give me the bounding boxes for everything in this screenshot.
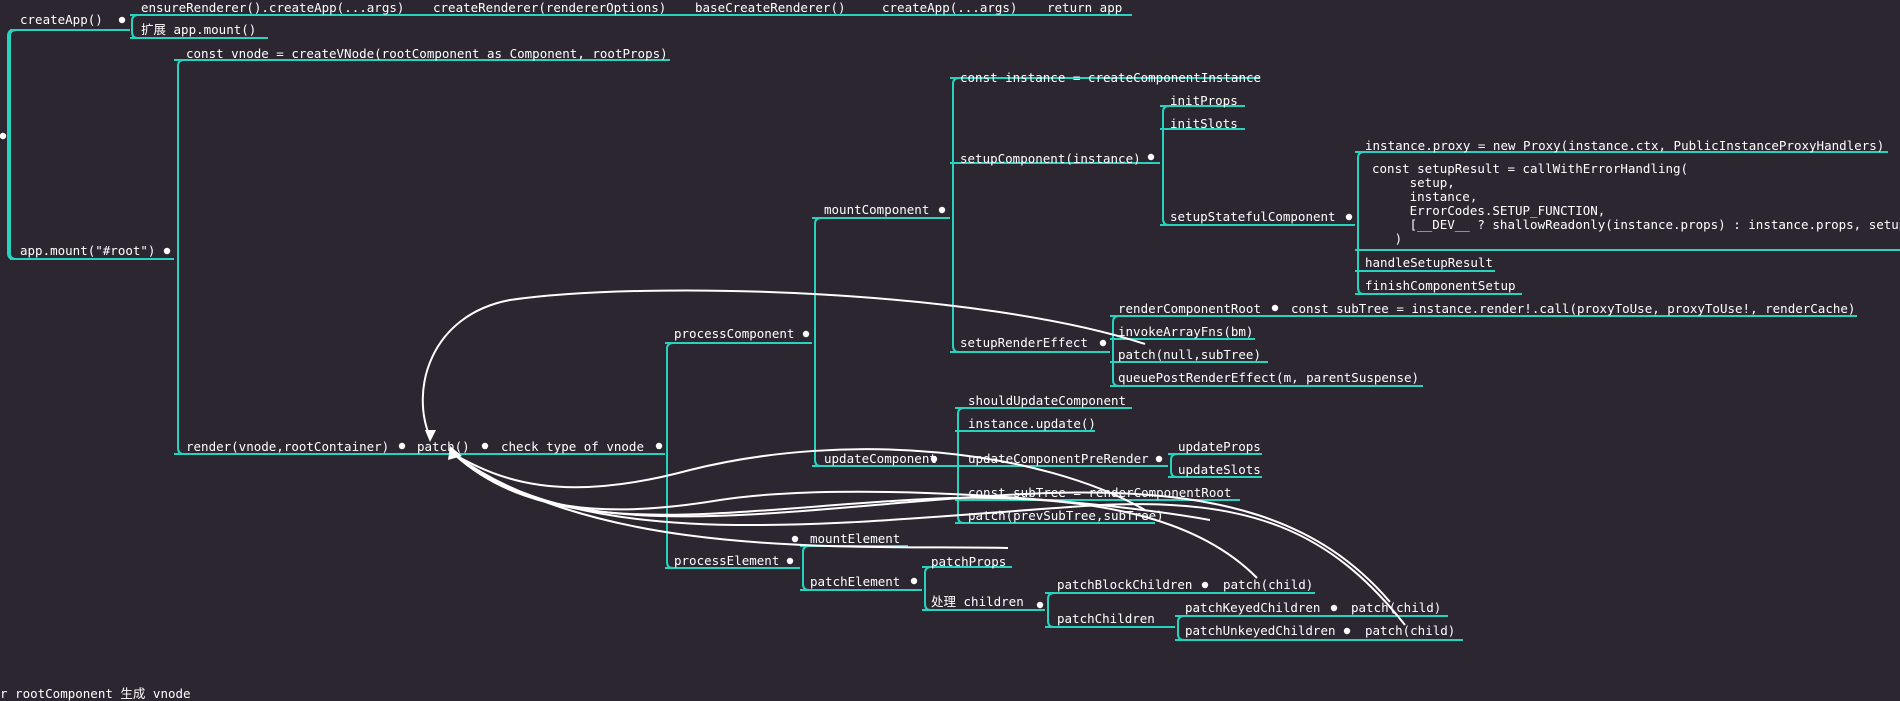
node-next-tree-root[interactable]: const subTree = renderComponentRoot: [968, 486, 1231, 500]
node-update-slots[interactable]: updateSlots: [1178, 463, 1261, 477]
node-base-create-renderer[interactable]: baseCreateRenderer(): [695, 1, 846, 15]
node-instance-update[interactable]: instance.update(): [968, 417, 1096, 431]
node-finish-component-setup[interactable]: finishComponentSetup: [1365, 279, 1516, 293]
node-extend-mount[interactable]: 扩展 app.mount(): [141, 23, 256, 37]
node-check-type[interactable]: check type of vnode: [501, 440, 644, 454]
node-init-props[interactable]: initProps: [1170, 94, 1238, 108]
node-process-component[interactable]: processComponent: [674, 327, 794, 341]
node-create-vnode[interactable]: const vnode = createVNode(rootComponent …: [186, 47, 668, 61]
node-patch-keyed-children[interactable]: patchKeyedChildren: [1185, 601, 1320, 615]
node-patch-child-block[interactable]: patch(child): [1223, 578, 1313, 592]
node-queue-post-render-effect[interactable]: queuePostRenderEffect(m, parentSuspense): [1118, 371, 1419, 385]
node-mount-component[interactable]: mountComponent: [824, 203, 929, 217]
node-handle-setup-result[interactable]: handleSetupResult: [1365, 256, 1493, 270]
root-note: r rootComponent 生成 vnode: [0, 686, 191, 701]
node-setup-stateful-component[interactable]: setupStatefulComponent: [1170, 210, 1336, 224]
node-ensure-renderer[interactable]: ensureRenderer().createApp(...args): [141, 1, 404, 15]
mindmap-nodes: createApp() ensureRenderer().createApp(.…: [0, 0, 1900, 701]
node-patch-prev-subtree[interactable]: patch(prevSubTree,subTree): [968, 509, 1164, 523]
node-app-mount[interactable]: app.mount("#root"): [20, 244, 155, 258]
node-patch-null-subtree[interactable]: patch(null,subTree): [1118, 348, 1261, 362]
node-patch[interactable]: patch(): [417, 440, 470, 454]
node-setup-result[interactable]: const setupResult = callWithErrorHandlin…: [1372, 162, 1900, 246]
node-create-component-instance[interactable]: const instance = createComponentInstance: [960, 71, 1261, 85]
node-patch-children[interactable]: patchChildren: [1057, 612, 1155, 626]
node-create-renderer[interactable]: createRenderer(rendererOptions): [433, 1, 666, 15]
node-render[interactable]: render(vnode,rootContainer): [186, 440, 389, 454]
node-update-component[interactable]: updateComponent: [824, 452, 937, 466]
node-mount-element[interactable]: mountElement: [810, 532, 900, 546]
node-subtree-render[interactable]: const subTree = instance.render!.call(pr…: [1291, 302, 1855, 316]
node-create-app[interactable]: createApp(): [20, 13, 103, 27]
node-setup-render-effect[interactable]: setupRenderEffect: [960, 336, 1088, 350]
node-instance-proxy[interactable]: instance.proxy = new Proxy(instance.ctx,…: [1365, 139, 1884, 153]
node-update-component-pre-render[interactable]: updateComponentPreRender: [968, 452, 1149, 466]
node-update-props[interactable]: updateProps: [1178, 440, 1261, 454]
node-process-element[interactable]: processElement: [674, 554, 779, 568]
node-render-component-root[interactable]: renderComponentRoot: [1118, 302, 1261, 316]
node-patch-block-children[interactable]: patchBlockChildren: [1057, 578, 1192, 592]
node-patch-unkeyed-children[interactable]: patchUnkeyedChildren: [1185, 624, 1336, 638]
node-patch-props[interactable]: patchProps: [931, 555, 1006, 569]
node-invoke-array-fns[interactable]: invokeArrayFns(bm): [1118, 325, 1253, 339]
node-patch-element[interactable]: patchElement: [810, 575, 900, 589]
node-handle-children[interactable]: 处理 children: [931, 595, 1024, 609]
node-return-app[interactable]: return app: [1047, 1, 1122, 15]
node-create-app-args[interactable]: createApp(...args): [882, 1, 1017, 15]
node-should-update-component[interactable]: shouldUpdateComponent: [968, 394, 1126, 408]
node-patch-child-keyed[interactable]: patch(child): [1351, 601, 1441, 615]
node-patch-child-unkeyed[interactable]: patch(child): [1365, 624, 1455, 638]
node-init-slots[interactable]: initSlots: [1170, 117, 1238, 131]
node-setup-component[interactable]: setupComponent(instance): [960, 152, 1141, 166]
